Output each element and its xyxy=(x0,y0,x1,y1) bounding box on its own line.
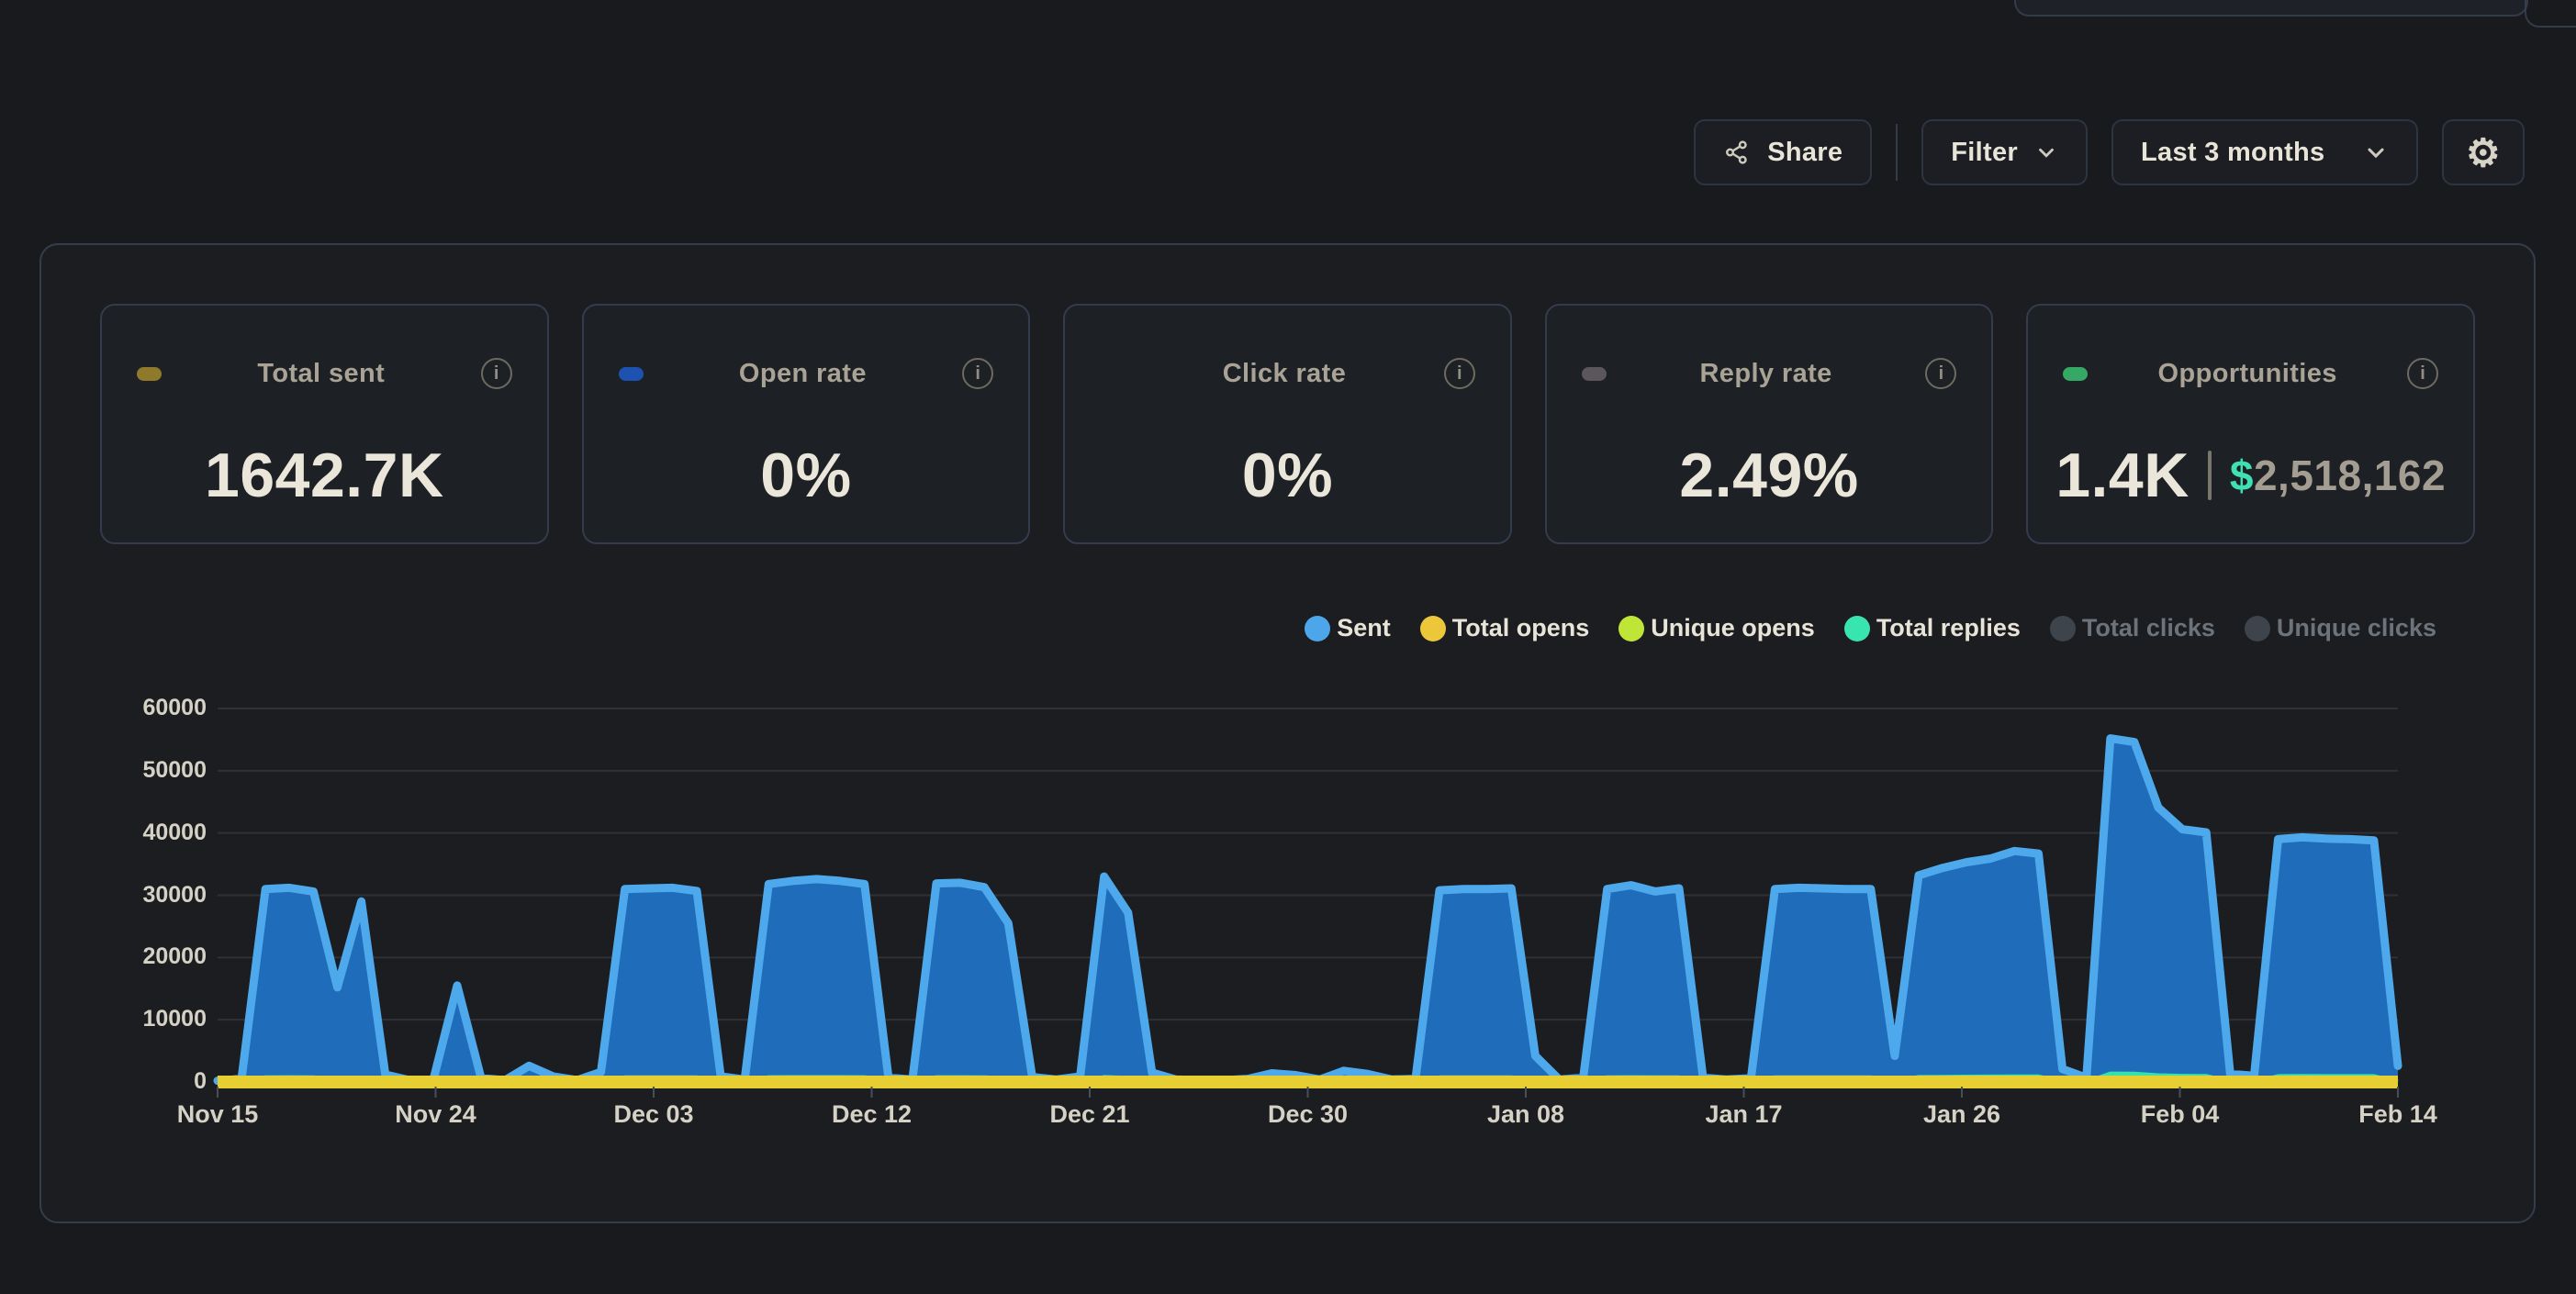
filter-button-label: Filter xyxy=(1951,138,2018,168)
x-axis-label-jan-26: Jan 26 xyxy=(1884,1100,2040,1129)
share-button[interactable]: Share xyxy=(1694,119,1872,185)
stat-card-click-rate: Click rate i 0% xyxy=(1063,304,1512,544)
legend-item-unique-clicks[interactable]: Unique clicks xyxy=(2245,614,2436,642)
x-axis-label-dec-30: Dec 30 xyxy=(1230,1100,1386,1129)
stat-card-total-sent: Total sent i 1642.7K xyxy=(100,304,549,544)
y-axis-label-0: 0 xyxy=(69,1068,207,1095)
legend-color-dot xyxy=(1844,616,1870,641)
currency-symbol: $ xyxy=(2230,452,2254,499)
x-axis-label-dec-03: Dec 03 xyxy=(576,1100,732,1129)
analytics-panel: Total sent i 1642.7K Open rate i 0% Clic… xyxy=(39,243,2536,1223)
legend-color-dot xyxy=(2050,616,2076,641)
metric-value-main: 1642.7K xyxy=(205,440,444,511)
metric-value-main: 0% xyxy=(1242,440,1333,511)
x-axis-label-nov-15: Nov 15 xyxy=(140,1100,296,1129)
chart-legend: Sent Total opens Unique opens Total repl… xyxy=(1305,614,2436,642)
metric-value-main: 0% xyxy=(760,440,851,511)
legend-item-unique-opens[interactable]: Unique opens xyxy=(1618,614,1815,642)
metric-label: Total sent xyxy=(162,359,481,389)
toolbar: Share Filter Last 3 months ⚙ xyxy=(1694,119,2525,185)
legend-item-sent[interactable]: Sent xyxy=(1305,614,1391,642)
filter-button[interactable]: Filter xyxy=(1921,119,2088,185)
amount-text: 2,518,162 xyxy=(2254,452,2446,499)
x-axis-label-dec-12: Dec 12 xyxy=(794,1100,950,1129)
x-axis-label-jan-17: Jan 17 xyxy=(1666,1100,1822,1129)
metric-label: Open rate xyxy=(644,359,963,389)
y-axis-label-50000: 50000 xyxy=(69,757,207,784)
metric-value-main: 2.49% xyxy=(1679,440,1858,511)
legend-color-dot xyxy=(1618,616,1644,641)
stat-card-opportunities: Opportunities i 1.4K $2,518,162 xyxy=(2026,304,2475,544)
cutoff-top-element xyxy=(2014,0,2528,17)
metric-label: Click rate xyxy=(1125,359,1444,389)
legend-color-dot xyxy=(1305,616,1330,641)
legend-item-label: Total replies xyxy=(1876,614,2021,642)
metric-value: 1.4K $2,518,162 xyxy=(2028,443,2473,508)
metric-value-main: 1.4K xyxy=(2055,440,2190,511)
metric-value: 0% xyxy=(584,443,1029,508)
toolbar-divider xyxy=(1896,124,1898,181)
metric-value: 1642.7K xyxy=(102,443,547,508)
sent-line xyxy=(218,739,2398,1081)
legend-item-label: Total clicks xyxy=(2082,614,2215,642)
date-range-label: Last 3 months xyxy=(2141,138,2325,168)
sent-area-chart xyxy=(218,681,2398,1121)
y-axis-label-10000: 10000 xyxy=(69,1006,207,1032)
info-icon[interactable]: i xyxy=(2407,358,2438,389)
y-axis-label-30000: 30000 xyxy=(69,882,207,909)
legend-item-label: Total opens xyxy=(1452,614,1590,642)
legend-color-dot xyxy=(2245,616,2270,641)
chevron-down-icon xyxy=(2034,140,2058,164)
share-button-label: Share xyxy=(1767,138,1842,168)
x-axis-label-jan-08: Jan 08 xyxy=(1448,1100,1604,1129)
x-axis-label-dec-21: Dec 21 xyxy=(1012,1100,1168,1129)
share-icon xyxy=(1723,139,1751,166)
metric-color-dot xyxy=(137,367,162,381)
metric-color-dot xyxy=(2063,367,2088,381)
chevron-down-icon xyxy=(2363,139,2389,165)
date-range-select[interactable]: Last 3 months xyxy=(2111,119,2418,185)
legend-item-total-opens[interactable]: Total opens xyxy=(1420,614,1590,642)
info-icon[interactable]: i xyxy=(1444,358,1475,389)
legend-item-total-replies[interactable]: Total replies xyxy=(1844,614,2021,642)
y-axis-label-40000: 40000 xyxy=(69,820,207,846)
metric-label: Opportunities xyxy=(2088,359,2407,389)
legend-color-dot xyxy=(1420,616,1446,641)
opportunity-amount: $2,518,162 xyxy=(2230,451,2446,500)
x-axis-label-feb-04: Feb 04 xyxy=(2102,1100,2258,1129)
stat-card-open-rate: Open rate i 0% xyxy=(582,304,1031,544)
dashboard-page: { "toolbar": { "share_label": "Share", "… xyxy=(0,0,2576,1294)
metric-color-dot xyxy=(1582,367,1607,381)
sent-area xyxy=(218,739,2398,1082)
legend-item-label: Sent xyxy=(1337,614,1391,642)
info-icon[interactable]: i xyxy=(962,358,993,389)
info-icon[interactable]: i xyxy=(481,358,512,389)
legend-item-label: Unique opens xyxy=(1651,614,1815,642)
settings-button[interactable]: ⚙ xyxy=(2442,119,2525,185)
y-axis-label-20000: 20000 xyxy=(69,943,207,970)
legend-item-label: Unique clicks xyxy=(2277,614,2436,642)
x-axis-label-nov-24: Nov 24 xyxy=(358,1100,514,1129)
value-divider xyxy=(2208,451,2212,500)
metric-value: 0% xyxy=(1065,443,1510,508)
metric-color-dot xyxy=(619,367,644,381)
legend-item-total-clicks[interactable]: Total clicks xyxy=(2050,614,2215,642)
info-icon[interactable]: i xyxy=(1925,358,1956,389)
metric-label: Reply rate xyxy=(1607,359,1926,389)
x-axis-label-feb-14: Feb 14 xyxy=(2320,1100,2476,1129)
stat-card-reply-rate: Reply rate i 2.49% xyxy=(1545,304,1994,544)
cutoff-top-corner xyxy=(2525,0,2576,28)
metric-value: 2.49% xyxy=(1547,443,1992,508)
gear-icon: ⚙ xyxy=(2466,130,2501,175)
stat-cards-row: Total sent i 1642.7K Open rate i 0% Clic… xyxy=(100,304,2475,544)
y-axis-label-60000: 60000 xyxy=(69,695,207,721)
